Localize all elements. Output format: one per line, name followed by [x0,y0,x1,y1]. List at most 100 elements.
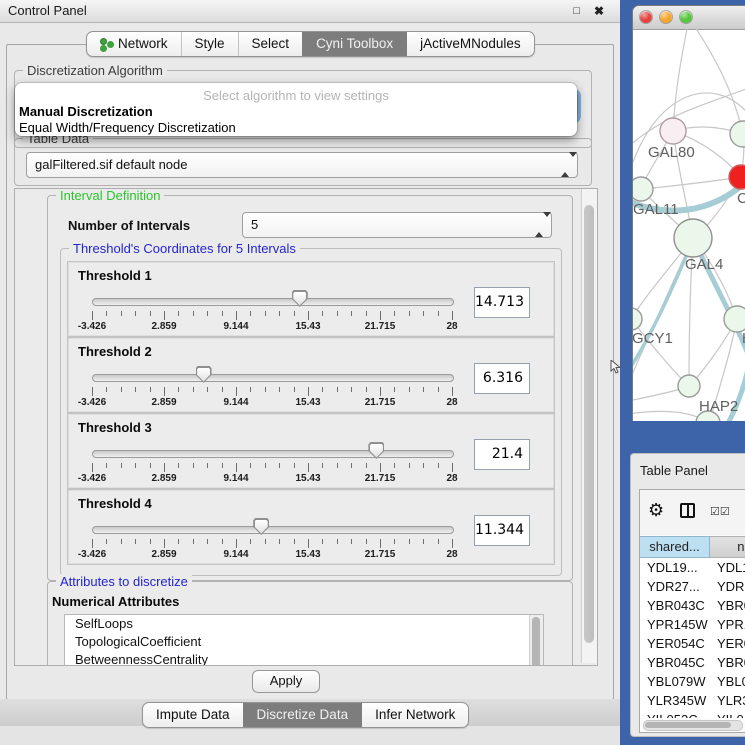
network-window-titlebar[interactable] [633,6,745,30]
tab-label: Style [195,32,225,56]
minimize-button[interactable] [660,11,672,23]
table-row[interactable]: YBL079WYBL0 [640,672,745,691]
network-node[interactable] [678,375,700,397]
tick-mark [236,463,237,472]
tick-mark [366,463,367,468]
threshold-3-value-field[interactable]: 21.4 [474,439,530,470]
threshold-3-slider-thumb[interactable] [368,442,384,459]
attribute-item[interactable]: SelfLoops [65,615,543,633]
dropdown-option-equal-width-frequency[interactable]: Equal Width/Frequency Discretization [19,120,236,135]
tab-jactivemnodules[interactable]: jActiveMNodules [406,32,534,56]
network-node[interactable] [730,121,745,147]
tab-select[interactable]: Select [238,32,303,56]
column-header-1[interactable]: shared... [640,536,710,558]
control-panel: Control Panel □ ✖ Network Style SelectCyni… [0,0,620,745]
node-label: GCY1 [633,330,673,347]
threshold-4-slider-thumb[interactable] [253,518,269,535]
table-row[interactable]: YBR045CYBR0 [640,653,745,672]
zoom-button[interactable] [680,11,692,23]
network-node[interactable] [724,306,745,332]
checkboxes-icon[interactable]: ☑☑ [710,505,730,518]
tick-label: 21.715 [365,473,396,484]
tick-mark [250,311,251,316]
threshold-2-slider-track[interactable] [92,374,454,382]
tick-mark [380,311,381,320]
settings-scrollpane: Interval Definition Number of Intervals … [14,188,598,666]
tab-infer-network[interactable]: Infer Network [361,703,468,727]
scrollbar-thumb[interactable] [584,205,594,643]
threshold-1-slider-track[interactable] [92,298,454,306]
tab-label: jActiveMNodules [420,32,521,56]
tick-mark [150,539,151,544]
threshold-4-slider-track[interactable] [92,526,454,534]
dropdown-option-manual-discretization[interactable]: Manual Discretization [19,104,153,119]
tick-mark [250,387,251,392]
threshold-1-value-field[interactable]: 14.713 [474,287,530,318]
combo-stepper-icon [561,153,570,177]
close-button[interactable] [640,11,652,23]
tick-label: 28 [446,321,457,332]
table-panel-title: Table Panel [640,463,708,478]
tick-mark [294,387,295,392]
table-cell: YLR3 [710,691,745,710]
threshold-4-value-field[interactable]: 11.344 [474,515,530,546]
tick-mark [438,463,439,468]
slider-ticks [92,462,453,472]
tab-impute-data[interactable]: Impute Data [143,703,243,727]
table-cell: YER054C [640,634,710,653]
gear-icon[interactable]: ⚙ [648,500,664,521]
table-row[interactable]: YER054CYER0 [640,634,745,653]
tab-network[interactable]: Network [87,32,181,56]
tick-mark [351,311,352,316]
network-node[interactable] [660,118,686,144]
apply-button[interactable]: Apply [252,670,320,693]
table-row[interactable]: YIL052CYIL0 [640,710,745,718]
close-panel-icon[interactable]: ✖ [594,4,604,18]
tick-label: 28 [446,473,457,484]
table-row[interactable]: YBR043CYBR0 [640,596,745,615]
network-canvas[interactable]: GAL80GACGAL11GAL4GCY1HHAP2 [633,29,745,421]
network-view-window[interactable]: GAL80GACGAL11GAL4GCY1HHAP2 [632,5,745,421]
table-cell: YER0 [710,634,745,653]
slider-ticks [92,386,453,396]
threshold-2-value-field[interactable]: 6.316 [474,363,530,394]
attribute-item[interactable]: TopologicalCoefficient [65,633,543,651]
table-row[interactable]: YDL19...YDL1 [640,558,745,577]
threshold-3-label: Threshold 3 [78,420,152,435]
tab-style[interactable]: Style [181,32,238,56]
scrollbar-thumb[interactable] [645,722,731,728]
network-edge-thick [633,245,691,371]
network-node[interactable] [674,219,712,257]
settings-vertical-scrollbar[interactable] [581,189,597,663]
network-node[interactable] [633,177,653,201]
tick-mark [135,311,136,316]
network-node[interactable] [633,308,642,330]
tick-mark [366,539,367,544]
threshold-1-slider-thumb[interactable] [292,290,308,307]
tick-label: 9.144 [223,549,248,560]
table-row[interactable]: YDR27...YDR2 [640,577,745,596]
table-cell: YLR345W [640,691,710,710]
tick-mark [222,387,223,392]
network-node[interactable] [729,165,745,189]
number-of-intervals-combobox[interactable]: 5 [242,212,552,238]
control-panel-titlebar[interactable]: Control Panel □ ✖ [0,0,620,23]
float-window-icon[interactable]: □ [573,4,580,18]
tab-discretize-data[interactable]: Discretize Data [243,703,362,727]
attribute-item[interactable]: BetweennessCentrality [65,651,543,666]
threshold-3-slider-track[interactable] [92,450,454,458]
threshold-2-slider-thumb[interactable] [196,366,212,383]
table-horizontal-scrollbar[interactable] [643,720,743,731]
tab-cyni-toolbox[interactable]: Cyni Toolbox [302,32,406,56]
tick-mark [423,463,424,468]
tick-mark [308,387,309,396]
numerical-attributes-list[interactable]: SelfLoopsTopologicalCoefficientBetweenne… [64,614,544,666]
table-row[interactable]: YLR345WYLR3 [640,691,745,710]
attributes-scrollbar[interactable] [529,615,543,666]
table-row[interactable]: YPR145WYPR1 [640,615,745,634]
table-data-combobox[interactable]: galFiltered.sif default node [26,152,578,178]
columns-icon[interactable] [680,503,695,518]
column-header-2[interactable]: na [710,536,745,558]
tick-mark [150,387,151,392]
number-of-intervals-label: Number of Intervals [68,218,190,233]
